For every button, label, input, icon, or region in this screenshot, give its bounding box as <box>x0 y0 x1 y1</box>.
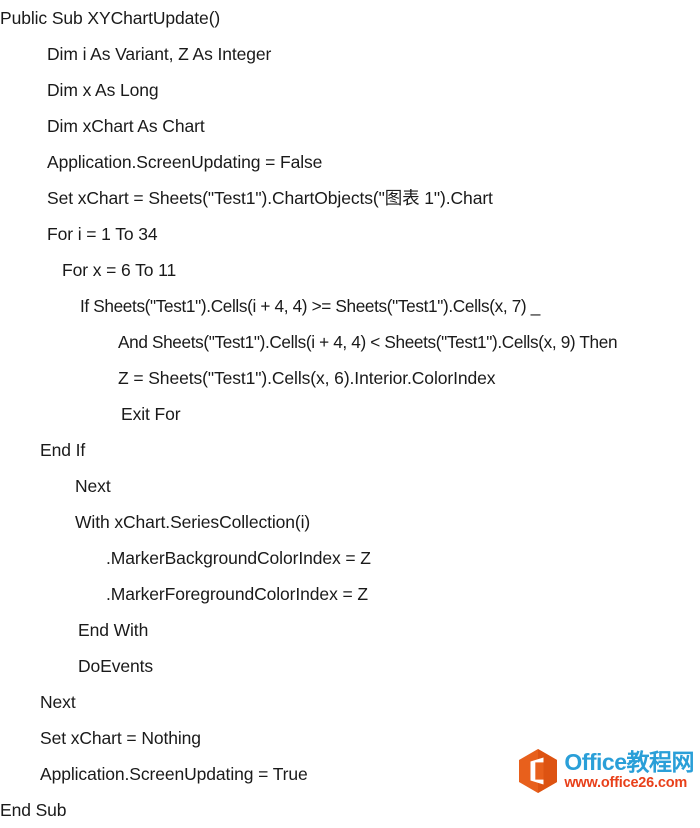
site-name: Office教程网 <box>564 749 694 776</box>
code-line: Dim i As Variant, Z As Integer <box>47 44 272 64</box>
code-line: For i = 1 To 34 <box>47 224 158 244</box>
site-url: www.office26.com <box>564 775 688 792</box>
code-line: Dim x As Long <box>47 80 159 100</box>
code-line: .MarkerForegroundColorIndex = Z <box>106 584 368 604</box>
code-line: Application.ScreenUpdating = False <box>47 152 323 172</box>
code-line: With xChart.SeriesCollection(i) <box>75 512 311 532</box>
code-line: Next <box>40 692 76 712</box>
code-line: End Sub <box>0 800 67 820</box>
code-line: .MarkerBackgroundColorIndex = Z <box>106 548 371 568</box>
watermark-text-block: Office教程网 www.office26.com <box>564 751 694 791</box>
code-line: DoEvents <box>78 656 154 676</box>
code-line: For x = 6 To 11 <box>62 260 177 280</box>
office-hexagon-logo-icon <box>517 748 559 794</box>
code-listing: Public Sub XYChartUpdate() Dim i As Varia… <box>0 0 700 828</box>
code-line: End If <box>40 440 86 460</box>
code-line: End With <box>78 620 149 640</box>
code-line: Dim xChart As Chart <box>47 116 205 136</box>
code-line: If Sheets("Test1").Cells(i + 4, 4) >= Sh… <box>80 296 540 316</box>
code-line: Public Sub XYChartUpdate() <box>0 8 221 28</box>
code-line: Z = Sheets("Test1").Cells(x, 6).Interior… <box>118 368 496 388</box>
site-watermark: Office教程网 www.office26.com <box>517 748 694 794</box>
code-line: Next <box>75 476 111 496</box>
code-line: Exit For <box>121 404 181 424</box>
code-line: Set xChart = Sheets("Test1").ChartObject… <box>47 188 493 208</box>
code-line: And Sheets("Test1").Cells(i + 4, 4) < Sh… <box>118 332 618 352</box>
